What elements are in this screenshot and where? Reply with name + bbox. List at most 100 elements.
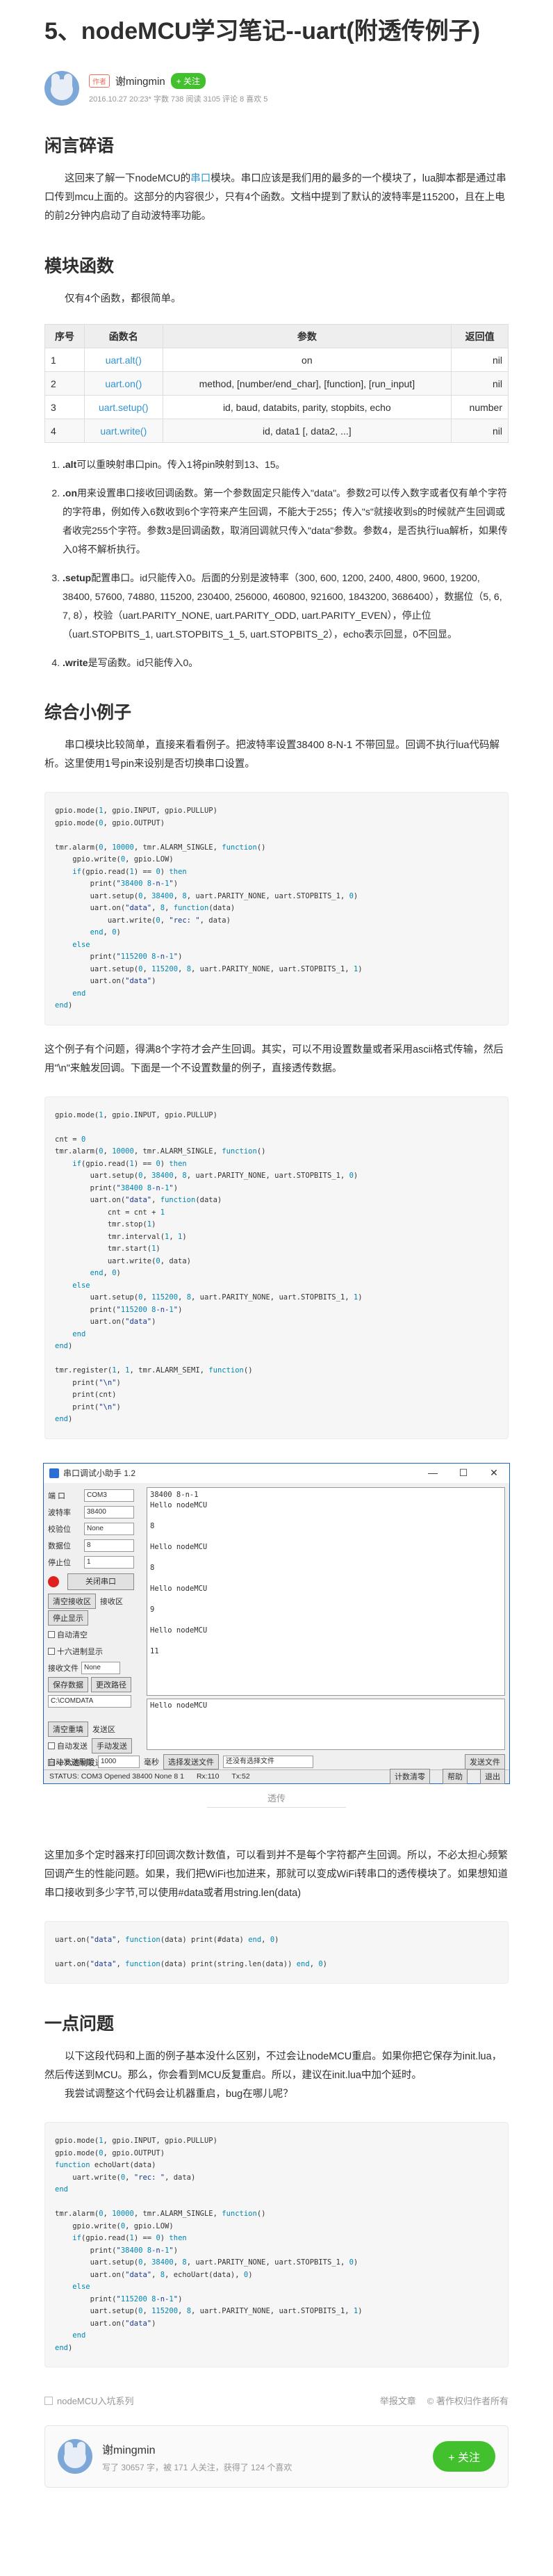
article-title: 5、nodeMCU学习笔记--uart(附透传例子): [44, 18, 481, 44]
card-follow-button[interactable]: + 关注: [433, 2441, 495, 2472]
table-cell: nil: [451, 371, 509, 396]
open-port-button[interactable]: 关闭串口: [67, 1573, 134, 1590]
send-controls: 自动发送周期 1000 毫秒 选择发送文件 还没有选择文件 发送文件: [48, 1753, 505, 1769]
author-avatar[interactable]: [44, 71, 79, 106]
change-path-button[interactable]: 更改路径: [91, 1676, 131, 1692]
functions-table: 序号 函数名 参数 返回值 1 uart.alt() on nil 2 uart.on() met…: [44, 324, 509, 443]
ms-label: 毫秒: [144, 1758, 159, 1767]
list-item: .setup配置串口。id只能传入0。后面的分别是波特率（300, 600, 1…: [63, 569, 509, 644]
recv-file-select[interactable]: None: [81, 1661, 120, 1674]
example-paragraph: 串口模块比较简单，直接来看看例子。把波特率设置38400 8-N-1 不带回显。…: [44, 740, 500, 770]
databits-select[interactable]: 8: [84, 1539, 134, 1552]
save-data-button[interactable]: 保存数据: [48, 1676, 88, 1692]
collection-icon: [44, 2396, 53, 2405]
send-area-label: 发送区: [92, 1725, 115, 1734]
notes-list: .alt可以重映射串口pin。传入1将pin映射到13、15。 .on用来设置串口…: [44, 455, 509, 672]
copyright-text: © 著作权归作者所有: [427, 2396, 509, 2406]
parity-select[interactable]: None: [84, 1522, 134, 1535]
table-cell: 3: [44, 395, 85, 419]
code-block-2: gpio.mode(1, gpio.INPUT, gpio.PULLUP) cn…: [44, 1096, 509, 1439]
table-cell[interactable]: uart.write(): [84, 419, 163, 443]
auto-send-label: 自动发送: [57, 1742, 88, 1751]
table-cell[interactable]: uart.alt(): [84, 348, 163, 372]
table-cell: on: [162, 348, 452, 372]
list-item: .alt可以重映射串口pin。传入1将pin映射到13、15。: [63, 455, 509, 474]
auto-send-checkbox[interactable]: [48, 1742, 55, 1749]
parity-label: 校验位: [48, 1525, 71, 1534]
send-file-button[interactable]: 发送文件: [465, 1753, 505, 1769]
send-period-input[interactable]: 1000: [98, 1755, 140, 1768]
article-meta: 2016.10.27 20:23* 字数 738 阅读 3105 评论 8 喜欢…: [89, 95, 268, 104]
choose-file-button[interactable]: 选择发送文件: [163, 1753, 219, 1769]
module-heading: 模块函数: [44, 257, 115, 276]
table-cell[interactable]: uart.setup(): [84, 395, 163, 419]
settings-panel: 端 口 COM3 波特率 38400 校验位 None 数据位 8 停止位 1 关闭串口 …: [48, 1487, 145, 1771]
code-block-4: gpio.mode(1, gpio.INPUT, gpio.PULLUP) gp…: [44, 2122, 509, 2367]
table-cell: nil: [451, 348, 509, 372]
table-cell: method, [number/end_char], [function], […: [162, 371, 452, 396]
exit-button[interactable]: 退出: [480, 1769, 505, 1784]
window-titlebar: 串口调试小助手 1.2 — ☐ ✕: [44, 1463, 509, 1483]
table-cell: id, baud, databits, parity, stopbits, ec…: [162, 395, 452, 419]
serial-link[interactable]: 串口: [190, 173, 211, 184]
stop-show-button[interactable]: 停止显示: [48, 1610, 88, 1626]
card-author-stats: 写了 30657 字，被 171 人关注，获得了 124 个喜欢: [102, 2462, 292, 2472]
clear-send-button[interactable]: 清空重填: [48, 1721, 88, 1737]
after-caption-paragraph: 这里加多个定时器来打印回调次数计数值，可以看到并不是每个字符都产生回调。所以，不…: [44, 1849, 508, 1899]
follow-button[interactable]: + 关注: [170, 72, 206, 89]
baud-label: 波特率: [48, 1508, 71, 1517]
intro-heading: 闲言碎语: [44, 136, 115, 156]
author-tag: 作者: [89, 74, 110, 88]
table-header: 参数: [162, 324, 452, 348]
author-card: 谢mingmin 写了 30657 字，被 171 人关注，获得了 124 个喜…: [44, 2425, 509, 2488]
help-button[interactable]: 帮助: [443, 1769, 468, 1784]
app-icon: [49, 1468, 59, 1478]
port-select[interactable]: COM3: [84, 1489, 134, 1502]
list-item: .on用来设置串口接收回调函数。第一个参数固定只能传入"data"。参数2可以传…: [63, 484, 509, 559]
recv-area-label: 接收区: [100, 1597, 123, 1606]
author-row: 作者 谢mingmin + 关注 2016.10.27 20:23* 字数 73…: [44, 71, 509, 106]
hex-show-label: 十六进制显示: [57, 1647, 103, 1656]
auto-clear-label: 自动清空: [57, 1630, 88, 1639]
rx-count: Rx:110: [196, 1772, 220, 1781]
problem-paragraph-1: 以下这段代码和上面的例子基本没什么区别，不过会让nodeMCU重启。如果你把它保…: [44, 2051, 502, 2081]
maximize-icon[interactable]: ☐: [448, 1467, 479, 1479]
auto-clear-checkbox[interactable]: [48, 1630, 55, 1638]
stopbits-select[interactable]: 1: [84, 1555, 134, 1569]
card-author-name[interactable]: 谢mingmin: [102, 2440, 292, 2457]
table-row: 1 uart.alt() on nil: [44, 348, 509, 372]
table-row: 3 uart.setup() id, baud, databits, parity,…: [44, 395, 509, 419]
article-container: 5、nodeMCU学习笔记--uart(附透传例子) 作者 谢mingmin +…: [0, 0, 553, 2488]
card-avatar[interactable]: [58, 2439, 92, 2474]
close-icon[interactable]: ✕: [479, 1467, 509, 1479]
hex-show-checkbox[interactable]: [48, 1647, 55, 1655]
collection-link[interactable]: nodeMCU入坑系列: [57, 2394, 134, 2407]
article-footer: nodeMCU入坑系列 举报文章 © 著作权归作者所有: [44, 2394, 509, 2407]
report-link[interactable]: 举报文章: [380, 2394, 416, 2407]
list-item: .write是写函数。id只能传入0。: [63, 654, 509, 672]
serial-tool-window: 串口调试小助手 1.2 — ☐ ✕ 端 口 COM3 波特率 38400 校验位 No…: [43, 1462, 510, 1784]
send-period-label: 自动发送周期: [48, 1758, 94, 1767]
table-cell: id, data1 [, data2, ...]: [162, 419, 452, 443]
author-name[interactable]: 谢mingmin: [115, 74, 165, 88]
problem-paragraph-2: 我尝试调整这个代码会让机器重启，bug在哪儿呢？: [65, 2089, 293, 2100]
tx-count: Tx:52: [231, 1772, 250, 1781]
table-row: 2 uart.on() method, [number/end_char], [fu…: [44, 371, 509, 396]
window-title: 串口调试小助手 1.2: [63, 1468, 136, 1478]
recv-file-label: 接收文件: [48, 1664, 79, 1673]
table-cell: 4: [44, 419, 85, 443]
stopbits-label: 停止位: [48, 1558, 71, 1567]
intro-paragraph: 这回来了解一下nodeMCU的串口模块。串口应该是我们用的最多的一个模块了，lu…: [44, 173, 506, 222]
path-field[interactable]: C:\COMDATA: [48, 1694, 131, 1708]
table-cell: 1: [44, 348, 85, 372]
table-cell: nil: [451, 419, 509, 443]
reset-count-button[interactable]: 计数清零: [390, 1769, 430, 1784]
manual-send-button[interactable]: 手动发送: [92, 1737, 132, 1753]
minimize-icon[interactable]: —: [418, 1467, 448, 1479]
table-header: 返回值: [451, 324, 509, 348]
send-area[interactable]: Hello nodeMCU: [147, 1698, 505, 1750]
receive-area[interactable]: 38400 8-n-1 Hello nodeMCU 8 Hello nodeMC…: [147, 1487, 505, 1696]
clear-recv-button[interactable]: 清空接收区: [48, 1593, 96, 1609]
baud-select[interactable]: 38400: [84, 1505, 134, 1518]
table-cell[interactable]: uart.on(): [84, 371, 163, 396]
